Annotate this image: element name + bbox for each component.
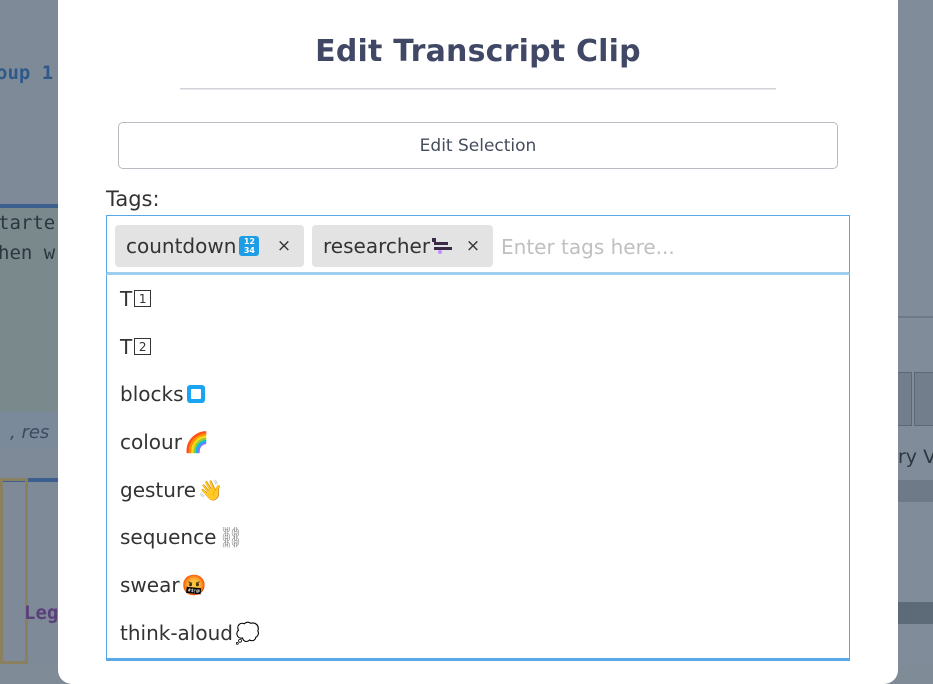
tag-option-t2[interactable]: T 2: [107, 323, 849, 371]
background-divider: [898, 316, 933, 318]
background-waveform: [898, 602, 933, 624]
background-heading: oup 1: [0, 62, 54, 84]
tag-option-sequence[interactable]: sequence ⛓: [107, 513, 849, 561]
tag-search-input[interactable]: [499, 230, 833, 264]
background-bar: [898, 480, 933, 502]
tag-option-swear[interactable]: swear 🤬: [107, 561, 849, 609]
angry-face-icon: 🤬: [181, 572, 207, 597]
tag-option-label: colour: [120, 429, 182, 454]
tag-option-label: T: [120, 286, 133, 311]
background-tag-text: , res: [10, 422, 50, 443]
background-transcript-line: hen w: [0, 242, 56, 264]
researcher-icon: [432, 236, 454, 256]
tag-option-t1[interactable]: T 1: [107, 275, 849, 323]
background-button: [914, 372, 933, 426]
title-divider: [180, 88, 776, 90]
tag-input-box[interactable]: countdown 12 34 × researcher ×: [106, 215, 850, 275]
tag-option-label: T: [120, 334, 133, 359]
waving-hand-icon: 👋: [198, 477, 223, 502]
background-label: ry V: [898, 446, 933, 468]
chain-icon: ⛓: [218, 525, 244, 550]
keycap-1-icon: 1: [134, 290, 152, 308]
remove-tag-countdown-button[interactable]: ×: [264, 225, 304, 267]
tag-chip-countdown: countdown 12 34 ×: [115, 225, 304, 267]
background-transcript-line: tarte: [0, 212, 56, 234]
background-frame: [0, 478, 28, 664]
rainbow-icon: 🌈: [183, 429, 209, 454]
tag-chip-label: researcher: [323, 234, 431, 258]
tag-option-label: blocks: [120, 382, 184, 407]
background-legend: Leg: [24, 602, 59, 624]
remove-tag-researcher-button[interactable]: ×: [453, 225, 493, 267]
tags-label: Tags:: [106, 187, 160, 211]
tag-option-think-aloud[interactable]: think-aloud 💭: [107, 609, 849, 657]
countdown-keycap-icon: 12 34: [239, 236, 260, 256]
tag-option-gesture[interactable]: gesture 👋: [107, 466, 849, 514]
background-right-panel: [898, 0, 933, 664]
edit-selection-button[interactable]: Edit Selection: [118, 122, 838, 169]
tag-option-colour[interactable]: colour 🌈: [107, 418, 849, 466]
thought-bubble-icon: 💭: [234, 620, 260, 645]
tag-option-label: gesture: [120, 477, 197, 502]
edit-clip-modal: Edit Transcript Clip Edit Selection Tags…: [58, 0, 898, 684]
modal-title: Edit Transcript Clip: [315, 34, 641, 69]
tag-option-label: think-aloud: [120, 620, 233, 645]
tag-option-blocks[interactable]: blocks: [107, 370, 849, 418]
blue-square-icon: [186, 385, 205, 404]
tag-chip-researcher: researcher ×: [312, 225, 493, 267]
tag-option-label: sequence: [120, 525, 217, 550]
tag-chip-label: countdown: [126, 234, 237, 258]
tag-suggestions-list: T 1 T 2 blocks colour 🌈 gesture 👋 sequen…: [106, 275, 850, 661]
keycap-2-icon: 2: [134, 338, 152, 356]
tag-option-label: swear: [120, 572, 180, 597]
